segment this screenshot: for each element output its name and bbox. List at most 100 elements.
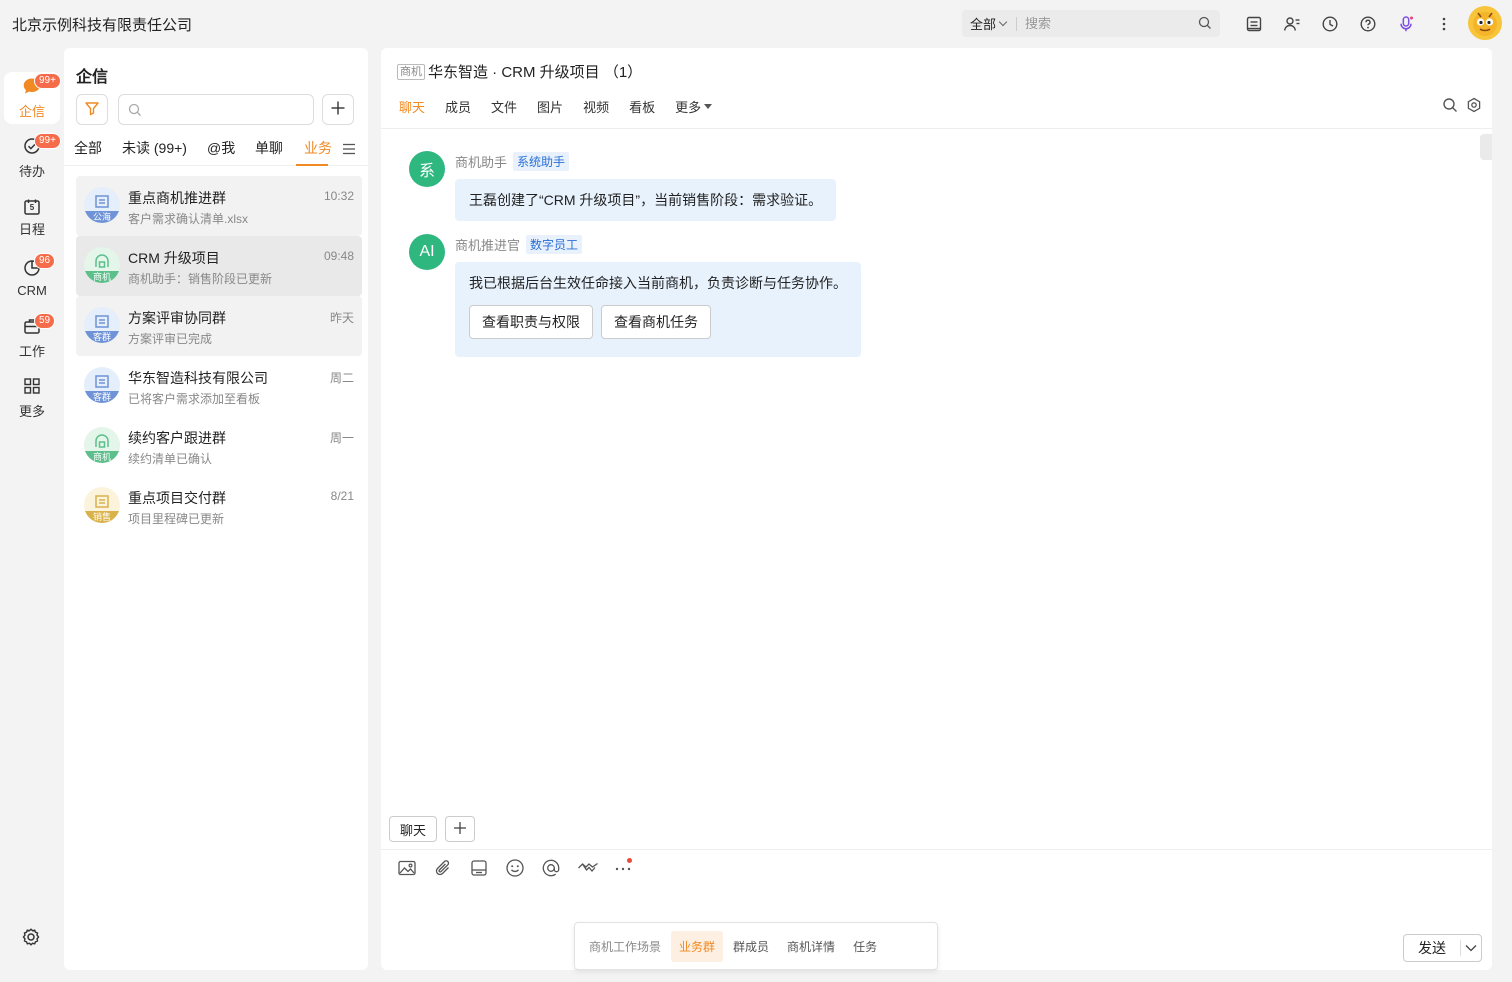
at-icon[interactable] (541, 858, 561, 881)
help-icon[interactable] (1354, 10, 1382, 38)
user-avatar[interactable] (1468, 6, 1502, 40)
more-vertical-icon[interactable] (1430, 10, 1458, 38)
tab-business[interactable]: 业务 (304, 138, 332, 158)
side-panel-toggle[interactable] (1480, 134, 1492, 160)
chat-tab[interactable]: 更多 (675, 97, 713, 116)
search-icon[interactable] (1198, 16, 1212, 33)
handshake-icon[interactable] (577, 858, 599, 881)
conversation-preview: 已将客户需求添加至看板 (128, 392, 261, 406)
conversation-avatar: 商机 (84, 247, 120, 283)
chat-panel: 商机 华东智造 · CRM 升级项目 （1） 聊天 成员 文件 图片 视频 看板 更多 系 … (381, 48, 1492, 970)
todo-badge: 99+ (34, 133, 61, 149)
emoji-icon[interactable] (505, 858, 525, 881)
tab-unread[interactable]: 未读 (99+) (122, 138, 187, 158)
global-search-input[interactable] (1025, 16, 1186, 31)
conversation-preview: 客户需求确认清单.xlsx (128, 212, 249, 226)
chevron-down-icon (998, 17, 1008, 26)
conversation-type-tag: 客群 (84, 391, 120, 403)
conversation-avatar: 公海 (84, 187, 120, 223)
conversation-type-tag: 公海 (84, 211, 120, 223)
conversation-time: 10:32 (323, 189, 354, 203)
left-rail: 企信 99+ 待办 99+ 5 日程 CRM 96 工作 59 更多 (0, 48, 64, 982)
notification-dot (627, 858, 632, 863)
clock-icon[interactable] (1316, 10, 1344, 38)
send-button-group: 发送 (1403, 934, 1482, 962)
search-scope-select[interactable]: 全部 (962, 14, 1008, 33)
unread-badge: 99+ (34, 73, 61, 89)
conversation-avatar: 客群 (84, 307, 120, 343)
conversation-item[interactable]: 公海 重点商机推进群 10:32 客户需求确认清单.xlsx (76, 176, 362, 236)
settings-gear-icon[interactable] (20, 926, 42, 951)
chat-tab[interactable]: 成员 (445, 97, 471, 116)
rail-item-qixin[interactable]: 企信 99+ (4, 72, 61, 124)
add-conversation-button[interactable] (322, 94, 354, 125)
message-avatar: AI (409, 234, 445, 270)
conversation-preview: 商机助手：销售阶段已更新 (128, 272, 273, 286)
rail-item-schedule[interactable]: 5 日程 (4, 192, 60, 244)
tab-mention[interactable]: @我 (207, 138, 235, 158)
company-name: 北京示例科技有限责任公司 (12, 17, 193, 34)
chat-tab[interactable]: 文件 (491, 97, 517, 116)
send-button[interactable]: 发送 (1404, 938, 1460, 958)
chat-tab[interactable]: 看板 (629, 97, 655, 116)
scene-tab[interactable]: 任务 (845, 931, 885, 962)
rail-item-more[interactable]: 更多 (4, 372, 60, 424)
rail-item-work[interactable]: 工作 59 (4, 312, 60, 364)
chat-tab[interactable]: 聊天 (399, 97, 425, 116)
search-scope-label: 全部 (970, 17, 997, 32)
rail-label: 企信 (18, 103, 45, 119)
rail-item-todo[interactable]: 待办 99+ (4, 132, 61, 184)
input-mode-chip[interactable]: 聊天 (389, 816, 438, 842)
attachment-icon[interactable] (433, 858, 453, 881)
conversation-avatar: 商机 (84, 427, 120, 463)
conversation-time: 09:48 (323, 249, 354, 263)
contacts-icon[interactable] (1278, 10, 1306, 38)
message-sender: 商机推进官 数字员工 (455, 235, 583, 254)
scene-tab[interactable]: 业务群 (671, 930, 724, 962)
filter-icon (84, 100, 100, 119)
scene-tab[interactable]: 商机详情 (779, 931, 843, 962)
conversation-item[interactable]: 销售 重点项目交付群 8/21 项目里程碑已更新 (76, 476, 362, 536)
scene-tab[interactable]: 群成员 (725, 931, 777, 962)
filter-button[interactable] (76, 94, 108, 125)
message-card: 我已根据后台生效任命接入当前商机，负责诊断与任务协作。 查看职责与权限 查看商机任… (455, 262, 861, 357)
tab-direct[interactable]: 单聊 (255, 138, 283, 158)
chat-tabs: 聊天 成员 文件 图片 视频 看板 更多 (399, 97, 732, 116)
message-avatar: 系 (409, 151, 445, 187)
view-tasks-button[interactable]: 查看商机任务 (601, 305, 711, 339)
notes-icon[interactable] (1240, 10, 1268, 38)
conversation-name: 方案评审协同群 (128, 310, 226, 326)
conversation-type-tag: 商机 (84, 451, 120, 463)
conversation-avatar: 客群 (84, 367, 120, 403)
menu-icon[interactable] (342, 142, 356, 158)
scene-tab[interactable]: 商机工作场景 (581, 931, 669, 962)
conversation-item[interactable]: 商机 续约客户跟进群 周一 续约清单已确认 (76, 416, 362, 476)
conversation-name: 重点项目交付群 (128, 490, 226, 506)
conversation-time: 周一 (329, 431, 354, 445)
rail-label: 更多 (18, 403, 45, 419)
conversation-item[interactable]: 客群 华东智造科技有限公司 周二 已将客户需求添加至看板 (76, 356, 362, 416)
conversation-preview: 项目里程碑已更新 (128, 512, 225, 526)
list-search-input[interactable] (118, 94, 314, 125)
chat-tab[interactable]: 视频 (583, 97, 609, 116)
view-duties-button[interactable]: 查看职责与权限 (469, 305, 593, 339)
conversation-item[interactable]: 商机 CRM 升级项目 09:48 商机助手：销售阶段已更新 (76, 236, 362, 296)
rail-item-crm[interactable]: CRM 96 (4, 252, 60, 304)
chat-title-text: 华东智造 · CRM 升级项目 （1） (428, 64, 643, 81)
add-mode-button[interactable] (445, 816, 476, 842)
folder-icon[interactable] (469, 858, 489, 881)
image-icon[interactable] (397, 858, 417, 881)
conversation-item[interactable]: 客群 方案评审协同群 昨天 方案评审已完成 (76, 296, 362, 356)
message-sender: 商机助手 系统助手 (455, 152, 570, 171)
send-options-chevron-icon[interactable] (1461, 944, 1481, 952)
sender-name: 商机推进官 (455, 238, 521, 253)
calendar-icon: 5 (23, 198, 41, 216)
mic-icon[interactable] (1392, 10, 1420, 38)
chat-tab[interactable]: 图片 (537, 97, 563, 116)
conversation-name: 华东智造科技有限公司 (128, 370, 268, 386)
global-search[interactable]: 全部 (962, 10, 1220, 37)
search-icon[interactable] (1442, 97, 1458, 116)
tab-all[interactable]: 全部 (74, 138, 102, 158)
conversation-type-tag: 销售 (84, 511, 120, 523)
settings-icon[interactable] (1466, 97, 1482, 116)
